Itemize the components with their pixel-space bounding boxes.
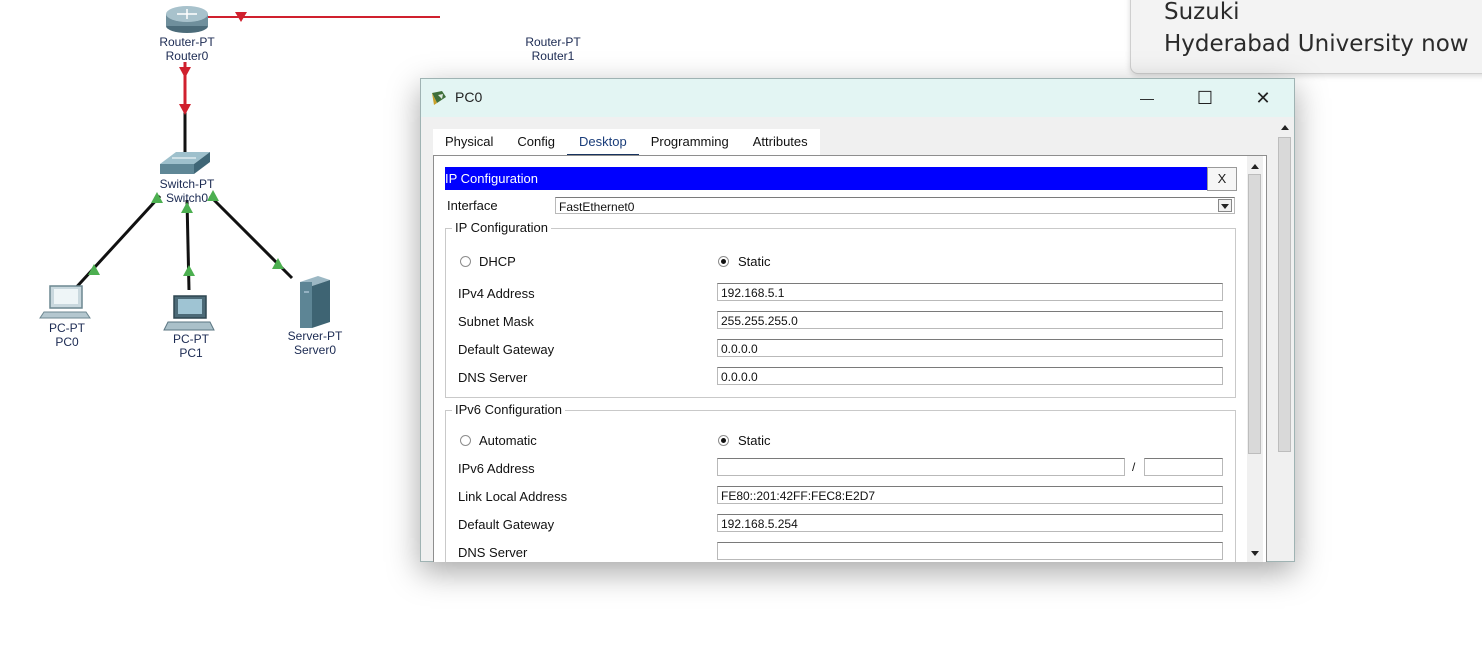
tab-strip: Physical Config Desktop Programming Attr… bbox=[433, 129, 820, 158]
router1-name: Router1 bbox=[531, 49, 575, 63]
ipv6-prefix-field[interactable] bbox=[1144, 458, 1223, 476]
tab-attributes[interactable]: Attributes bbox=[741, 129, 820, 156]
link-local-field[interactable]: FE80::201:42FF:FEC8:E2D7 bbox=[717, 486, 1223, 504]
switch0-name: Switch0 bbox=[165, 191, 209, 205]
scroll-up-icon[interactable] bbox=[1281, 125, 1289, 130]
window-titlebar[interactable]: PC0 — ☐ ✕ bbox=[421, 79, 1294, 117]
ipv6-static-radio[interactable] bbox=[718, 435, 729, 446]
ipv4-gateway-field[interactable]: 0.0.0.0 bbox=[717, 339, 1223, 357]
router1-type: Router-PT bbox=[525, 35, 581, 49]
chevron-down-icon[interactable] bbox=[1218, 199, 1232, 212]
inner-scroll-up-icon[interactable] bbox=[1251, 164, 1259, 169]
ipv4-group-legend: IP Configuration bbox=[452, 220, 551, 235]
link-switch0-pc0[interactable] bbox=[70, 194, 162, 294]
subnet-mask-field[interactable]: 255.255.255.0 bbox=[717, 311, 1223, 329]
ipv6-address-label: IPv6 Address bbox=[458, 461, 535, 476]
desktop-panel: IP Configuration X Interface FastEtherne… bbox=[433, 155, 1267, 562]
router0-name: Router0 bbox=[165, 49, 209, 63]
ip-config-header: IP Configuration bbox=[445, 167, 1207, 190]
ipv4-dns-field[interactable]: 0.0.0.0 bbox=[717, 367, 1223, 385]
inner-scrollbar-thumb[interactable] bbox=[1248, 174, 1261, 454]
interface-select[interactable]: FastEthernet0 bbox=[555, 197, 1235, 214]
close-window-button[interactable]: ✕ bbox=[1234, 79, 1292, 117]
router0-label: Router-PT Router0 bbox=[150, 35, 224, 63]
ipv4-address-field[interactable]: 192.168.5.1 bbox=[717, 283, 1223, 301]
link-local-label: Link Local Address bbox=[458, 489, 568, 504]
pc1-name: PC1 bbox=[179, 346, 203, 360]
ipv4-static-label: Static bbox=[738, 254, 771, 269]
ipv6-automatic-radio[interactable] bbox=[460, 435, 471, 446]
ipv6-static-label: Static bbox=[738, 433, 771, 448]
router1-label: Router-PT Router1 bbox=[516, 35, 590, 63]
outer-scrollbar-thumb[interactable] bbox=[1278, 137, 1291, 452]
tab-config[interactable]: Config bbox=[505, 129, 567, 156]
link-switch0-pc1[interactable] bbox=[185, 199, 191, 291]
maximize-icon: ☐ bbox=[1196, 87, 1214, 108]
pc0-type: PC-PT bbox=[49, 321, 85, 335]
ipv6-automatic-label: Automatic bbox=[479, 433, 537, 448]
pc0-icon[interactable] bbox=[39, 285, 91, 319]
ipv6-dns-field[interactable] bbox=[717, 542, 1223, 560]
server0-name: Server0 bbox=[293, 343, 337, 357]
dhcp-label: DHCP bbox=[479, 254, 516, 269]
notification-toast[interactable]: Suzuki Hyderabad University now bbox=[1130, 0, 1482, 74]
switch0-type: Switch-PT bbox=[159, 177, 215, 191]
ipv6-prefix-separator: / bbox=[1132, 460, 1136, 474]
router0-type: Router-PT bbox=[159, 35, 215, 49]
server0-icon[interactable] bbox=[300, 276, 330, 328]
tab-desktop[interactable]: Desktop bbox=[567, 129, 639, 158]
minimize-button[interactable]: — bbox=[1118, 79, 1176, 117]
pc0-window: PC0 — ☐ ✕ Physical Config Desktop Progra… bbox=[420, 78, 1295, 562]
interface-label: Interface bbox=[447, 198, 498, 213]
ipv4-static-radio[interactable] bbox=[718, 256, 729, 267]
outer-scrollbar[interactable] bbox=[1277, 119, 1293, 559]
port-up-marker bbox=[88, 264, 100, 275]
server0-type: Server-PT bbox=[287, 329, 343, 343]
port-up-marker bbox=[183, 265, 195, 276]
inner-scroll-down-icon[interactable] bbox=[1251, 551, 1259, 556]
pc0-label: PC-PT PC0 bbox=[32, 321, 102, 349]
notification-line-1: Suzuki bbox=[1164, 0, 1240, 25]
tab-programming[interactable]: Programming bbox=[639, 129, 741, 156]
ipv6-gateway-label: Default Gateway bbox=[458, 517, 555, 532]
pc0-name: PC0 bbox=[55, 335, 79, 349]
minimize-icon: — bbox=[1140, 90, 1154, 106]
ipv4-address-label: IPv4 Address bbox=[458, 286, 535, 301]
close-icon: ✕ bbox=[1255, 87, 1271, 108]
inner-scrollbar[interactable] bbox=[1247, 156, 1263, 562]
ipv6-address-field[interactable] bbox=[717, 458, 1125, 476]
dhcp-radio[interactable] bbox=[460, 256, 471, 267]
ipv6-gateway-field[interactable]: 192.168.5.254 bbox=[717, 514, 1223, 532]
window-title: PC0 bbox=[455, 89, 483, 105]
router0-icon[interactable] bbox=[166, 6, 208, 33]
notification-line-2: Hyderabad University now bbox=[1164, 31, 1469, 57]
pc1-label: PC-PT PC1 bbox=[156, 332, 226, 360]
link-down-marker bbox=[179, 67, 191, 78]
maximize-button[interactable]: ☐ bbox=[1176, 79, 1234, 117]
server0-label: Server-PT Server0 bbox=[278, 329, 352, 357]
packet-tracer-app-icon bbox=[432, 91, 446, 105]
switch0-icon[interactable] bbox=[160, 152, 210, 174]
switch0-label: Switch-PT Switch0 bbox=[150, 177, 224, 205]
interface-select-value: FastEthernet0 bbox=[559, 200, 635, 214]
subnet-mask-label: Subnet Mask bbox=[458, 314, 534, 329]
link-down-marker bbox=[179, 104, 191, 115]
tab-physical[interactable]: Physical bbox=[433, 129, 505, 156]
ipv6-dns-label: DNS Server bbox=[458, 545, 528, 560]
pc1-type: PC-PT bbox=[173, 332, 209, 346]
ipv4-gateway-label: Default Gateway bbox=[458, 342, 555, 357]
ipv6-group-legend: IPv6 Configuration bbox=[452, 402, 565, 417]
ipv4-dns-label: DNS Server bbox=[458, 370, 528, 385]
ip-config-close-button[interactable]: X bbox=[1207, 167, 1237, 191]
pc1-icon[interactable] bbox=[163, 295, 215, 331]
